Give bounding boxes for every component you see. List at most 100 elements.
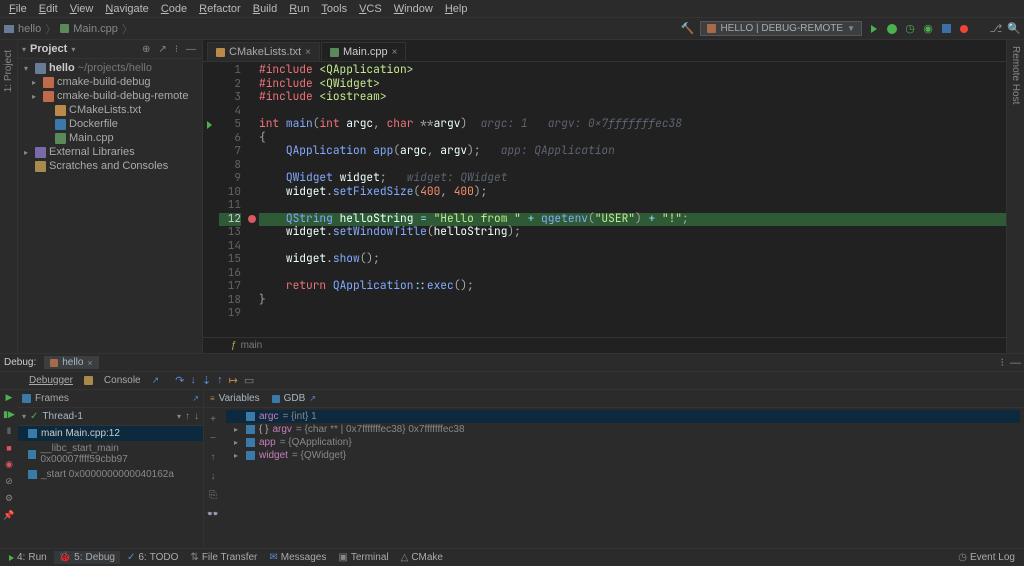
variable-row[interactable]: ▸ { } argv = {char ** | 0x7fffffffec38} … (226, 423, 1020, 436)
step-over-icon[interactable]: ↷ (175, 374, 184, 387)
close-icon[interactable]: × (305, 47, 311, 58)
frame-row[interactable]: main Main.cpp:12 (18, 426, 203, 441)
external-libraries[interactable]: ▸ External Libraries (18, 145, 202, 159)
eventlog-tab[interactable]: ◷Event Log (953, 551, 1020, 564)
editor-tab[interactable]: Main.cpp× (321, 42, 406, 61)
search-icon[interactable]: 🔍 (1008, 23, 1020, 35)
variables-tab[interactable]: ≡ Variables (204, 392, 266, 405)
watch-icon[interactable]: 👓 (207, 509, 219, 520)
terminal-tab[interactable]: ▣Terminal (333, 551, 393, 564)
pause-icon[interactable]: Ⅱ (7, 426, 11, 437)
code-area[interactable]: #include <QApplication>#include <QWidget… (259, 62, 1006, 337)
down-icon[interactable]: ↓ (211, 471, 216, 482)
breakpoints-icon[interactable]: ◉ (5, 459, 13, 470)
todo-tab[interactable]: ✓6:TODO (122, 551, 183, 564)
settings-icon[interactable]: ⚙ (5, 493, 13, 504)
menu-view[interactable]: View (65, 2, 99, 16)
console-tab[interactable]: Console (99, 374, 146, 387)
mute-icon[interactable]: ⊘ (5, 476, 13, 487)
menu-navigate[interactable]: Navigate (100, 2, 153, 16)
cmake-tab[interactable]: △CMake (396, 551, 448, 564)
debug-tab[interactable]: 🐞5:Debug (54, 551, 120, 564)
menu-code[interactable]: Code (156, 2, 192, 16)
thread-selector[interactable]: ▾ ✓ Thread-1 ▾ ↑ ↓ (18, 408, 203, 426)
evaluate-icon[interactable]: ▭ (244, 374, 254, 387)
expand-icon[interactable]: ↗ (156, 44, 168, 55)
tree-item-label: Main.cpp (69, 132, 114, 144)
gutter-breakpoints[interactable] (245, 62, 259, 337)
stop-icon-red[interactable] (958, 23, 970, 35)
step-out-icon[interactable]: ↑ (217, 374, 223, 387)
add-watch-icon[interactable]: + (210, 414, 216, 425)
menu-file[interactable]: File (4, 2, 32, 16)
menu-help[interactable]: Help (440, 2, 473, 16)
debug-session-tab[interactable]: hello × (44, 356, 98, 369)
step-into-icon[interactable]: ↓ (190, 374, 196, 387)
up-icon[interactable]: ↑ (211, 452, 216, 463)
vcs-icon[interactable]: ⎇ (990, 23, 1002, 35)
coverage-icon[interactable]: ◷ (904, 23, 916, 35)
stop-icon[interactable] (940, 23, 952, 35)
run-config-select[interactable]: HELLO | DEBUG-REMOTE ▼ (700, 21, 862, 36)
popout-icon[interactable]: ↗ (309, 394, 316, 403)
project-tool-tab[interactable]: 1: Project (3, 44, 14, 98)
editor-tab[interactable]: CMakeLists.txt× (207, 42, 320, 61)
debug-menu-icon[interactable]: ⁝ (998, 356, 1008, 369)
tree-item[interactable]: ▸cmake-build-debug-remote (18, 89, 202, 103)
debugger-tab[interactable]: Debugger (24, 374, 78, 387)
menu-run[interactable]: Run (284, 2, 314, 16)
scratches[interactable]: Scratches and Consoles (18, 159, 202, 173)
resume-icon[interactable]: ▮▶ (3, 409, 15, 420)
run-cursor-icon[interactable]: ↦ (229, 374, 238, 387)
remote-host-tab[interactable]: Remote Host (1007, 40, 1024, 110)
debug-icon[interactable] (886, 23, 898, 35)
menu-edit[interactable]: Edit (34, 2, 63, 16)
gdb-tab[interactable]: GDB ↗ (266, 392, 322, 405)
remove-watch-icon[interactable]: − (210, 433, 216, 444)
run-line-icon[interactable] (207, 121, 212, 129)
messages-tab[interactable]: ✉Messages (264, 551, 331, 564)
copy-icon[interactable]: ⎘ (209, 490, 217, 501)
force-step-icon[interactable]: ⇣ (202, 374, 211, 387)
menu-refactor[interactable]: Refactor (194, 2, 246, 16)
menu-tools[interactable]: Tools (316, 2, 352, 16)
chevron-down-icon[interactable]: ▾ (71, 45, 75, 54)
variable-row[interactable]: ▸ widget = {QWidget} (226, 449, 1020, 462)
next-frame-icon[interactable]: ↓ (194, 411, 199, 422)
locate-icon[interactable]: ⊕ (140, 44, 152, 55)
variable-row[interactable]: argc = {int} 1 (226, 410, 1020, 423)
popout-icon[interactable]: ↗ (152, 375, 160, 386)
tree-item[interactable]: Main.cpp (18, 131, 202, 145)
breakpoint-marker[interactable] (248, 215, 256, 223)
tree-item[interactable]: ▸cmake-build-debug (18, 75, 202, 89)
frame-row[interactable]: __libc_start_main 0x00007ffff59cbb97 (18, 441, 203, 467)
menu-build[interactable]: Build (248, 2, 282, 16)
tree-item[interactable]: CMakeLists.txt (18, 103, 202, 117)
frame-row[interactable]: _start 0x0000000000040162a (18, 467, 203, 482)
tree-root[interactable]: ▾ hello ~/projects/hello (18, 61, 202, 75)
hide-icon[interactable]: — (184, 44, 198, 55)
profile-icon[interactable]: ◉ (922, 23, 934, 35)
variable-row[interactable]: ▸ app = {QApplication} (226, 436, 1020, 449)
tree-item[interactable]: Dockerfile (18, 117, 202, 131)
menu-vcs[interactable]: VCS (354, 2, 387, 16)
rerun-icon[interactable]: ▶ (6, 392, 13, 403)
panel-chevron-icon[interactable]: ▾ (22, 45, 26, 54)
close-icon[interactable]: × (392, 47, 398, 58)
breadcrumb-function[interactable]: main (241, 340, 263, 351)
close-icon[interactable]: × (87, 358, 92, 368)
breadcrumb-file[interactable]: Main.cpp (73, 23, 118, 35)
file-icon (43, 91, 54, 102)
run-tab[interactable]: 4:Run (4, 551, 52, 564)
pin-icon[interactable]: 📌 (3, 510, 14, 521)
settings-icon[interactable]: ⁝ (173, 44, 180, 55)
minimize-icon[interactable]: — (1007, 357, 1024, 369)
run-icon[interactable] (868, 23, 880, 35)
breadcrumb-project[interactable]: hello (18, 23, 41, 35)
prev-frame-icon[interactable]: ↑ (185, 411, 190, 422)
stop-icon[interactable]: ■ (6, 443, 11, 453)
filetransfer-tab[interactable]: ⇅File Transfer (185, 551, 262, 564)
menu-window[interactable]: Window (389, 2, 438, 16)
popout-icon[interactable]: ↗ (192, 394, 199, 403)
build-icon[interactable]: 🔨 (681, 22, 695, 35)
